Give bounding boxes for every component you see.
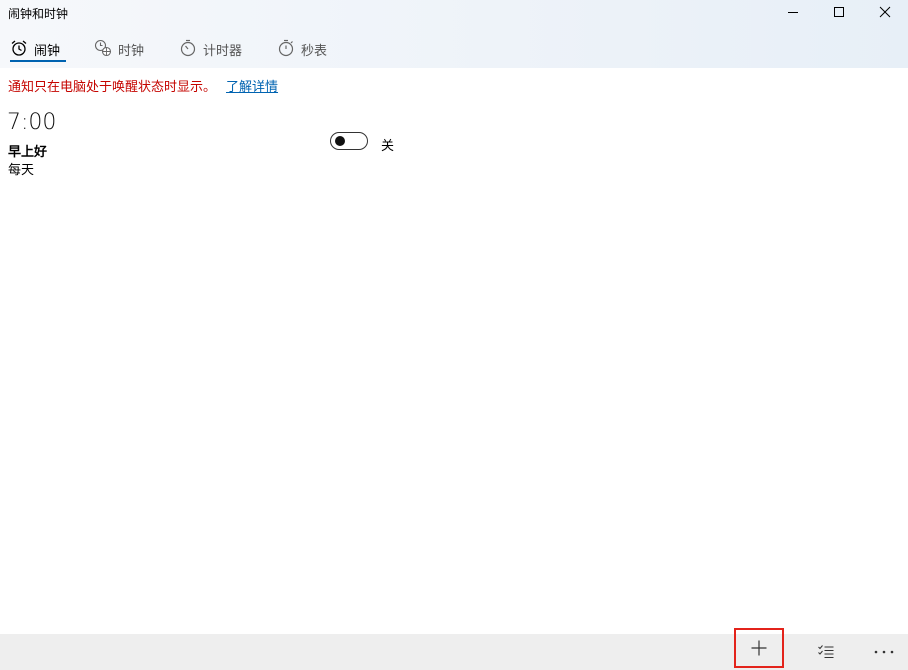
maximize-button[interactable] [816, 0, 862, 24]
notice-text: 通知只在电脑处于唤醒状态时显示。 [8, 80, 217, 95]
alarms-clock-app: 闹钟和时钟 闹钟 时钟 计时器 秒表 通知只在电脑处于唤醒状态时显示。 了解详情… [0, 0, 908, 670]
minimize-icon [788, 12, 798, 13]
tab-stopwatch[interactable]: 秒表 [277, 34, 327, 68]
tab-bar: 闹钟 时钟 计时器 秒表 [0, 34, 908, 68]
maximize-icon [834, 7, 844, 17]
add-alarm-button[interactable] [734, 628, 784, 668]
tab-label: 闹钟 [34, 44, 61, 59]
alarm-clock-icon [11, 40, 27, 56]
more-options-button[interactable] [859, 634, 908, 670]
toggle-knob [335, 136, 345, 146]
tab-alarm[interactable]: 闹钟 [10, 34, 66, 68]
world-clock-icon [94, 39, 112, 57]
learn-more-link[interactable]: 了解详情 [226, 80, 278, 95]
stopwatch-icon [278, 39, 294, 57]
window-title: 闹钟和时钟 [8, 7, 69, 21]
select-alarms-button[interactable] [801, 634, 851, 670]
alarm-item[interactable]: 7:00 早上好 每天 关 [7, 110, 407, 180]
select-list-icon [818, 645, 834, 658]
app-header: 闹钟和时钟 闹钟 时钟 计时器 秒表 [0, 0, 908, 68]
alarm-repeat: 每天 [8, 163, 35, 178]
toggle-state-label: 关 [381, 139, 395, 154]
command-bar [0, 628, 908, 670]
tab-timer[interactable]: 计时器 [179, 34, 242, 68]
tab-label: 时钟 [118, 44, 145, 59]
tab-label: 计时器 [203, 44, 243, 59]
more-icon [874, 650, 894, 654]
alarm-toggle[interactable] [330, 132, 368, 150]
alarm-name: 早上好 [8, 145, 48, 160]
minimize-button[interactable] [770, 0, 816, 24]
wake-notice: 通知只在电脑处于唤醒状态时显示。 了解详情 [8, 76, 278, 95]
close-icon [879, 6, 891, 18]
title-bar: 闹钟和时钟 [0, 0, 908, 24]
plus-icon [751, 640, 767, 656]
close-button[interactable] [862, 0, 908, 24]
tab-clock[interactable]: 时钟 [94, 34, 144, 68]
alarm-time: 7:00 [7, 110, 57, 135]
timer-icon [180, 39, 196, 57]
tab-label: 秒表 [301, 44, 328, 59]
